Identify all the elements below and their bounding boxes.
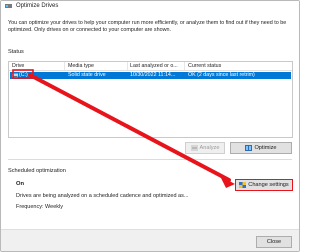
close-button[interactable]: Close bbox=[256, 236, 292, 248]
current-status-cell: OK (2 days since last retrim) bbox=[188, 72, 255, 78]
optimize-icon bbox=[245, 145, 253, 151]
optimize-label: Optimize bbox=[254, 145, 277, 151]
drive-row-c[interactable]: (C:) Solid state drive 10/30/2022 11:14.… bbox=[10, 72, 291, 79]
column-divider[interactable] bbox=[64, 62, 65, 70]
dialog-footer: Close bbox=[1, 229, 299, 251]
column-divider[interactable] bbox=[127, 62, 128, 70]
analyze-icon bbox=[190, 145, 198, 151]
separator bbox=[8, 159, 292, 160]
shield-icon bbox=[239, 182, 247, 188]
last-analyzed-cell: 10/30/2022 11:14... bbox=[130, 72, 176, 78]
analyze-button[interactable]: Analyze bbox=[185, 142, 225, 154]
optimize-drives-app-icon bbox=[5, 4, 12, 8]
change-settings-button[interactable]: Change settings bbox=[235, 179, 293, 191]
close-label: Close bbox=[266, 239, 282, 245]
media-type-cell: Solid state drive bbox=[68, 72, 106, 78]
drives-list[interactable]: Drive Media type Last analyzed or o... C… bbox=[8, 61, 293, 138]
schedule-state: On bbox=[16, 181, 25, 187]
column-header-media-type[interactable]: Media type bbox=[68, 63, 94, 69]
schedule-description: Drives are being analyzed on a scheduled… bbox=[16, 193, 189, 199]
drive-name: (C:) bbox=[19, 72, 28, 78]
window-title: Optimize Drives bbox=[16, 3, 59, 9]
drives-list-header: Drive Media type Last analyzed or o... C… bbox=[9, 62, 292, 71]
schedule-frequency: Frequency: Weekly bbox=[16, 204, 63, 210]
column-divider[interactable] bbox=[184, 62, 185, 70]
title-bar: Optimize Drives bbox=[1, 1, 299, 12]
optimize-drives-window: Optimize Drives You can optimize your dr… bbox=[0, 0, 300, 252]
column-header-current-status[interactable]: Current status bbox=[188, 63, 221, 69]
optimize-button[interactable]: Optimize bbox=[230, 142, 292, 154]
scheduled-optimization-label: Scheduled optimization bbox=[8, 168, 66, 174]
column-header-last-analyzed[interactable]: Last analyzed or o... bbox=[130, 63, 178, 69]
status-label: Status bbox=[8, 49, 24, 55]
description-text: You can optimize your drives to help you… bbox=[8, 20, 287, 33]
analyze-label: Analyze bbox=[199, 145, 220, 151]
column-header-drive[interactable]: Drive bbox=[12, 63, 24, 69]
change-settings-label: Change settings bbox=[248, 182, 289, 188]
drive-icon bbox=[12, 73, 18, 78]
